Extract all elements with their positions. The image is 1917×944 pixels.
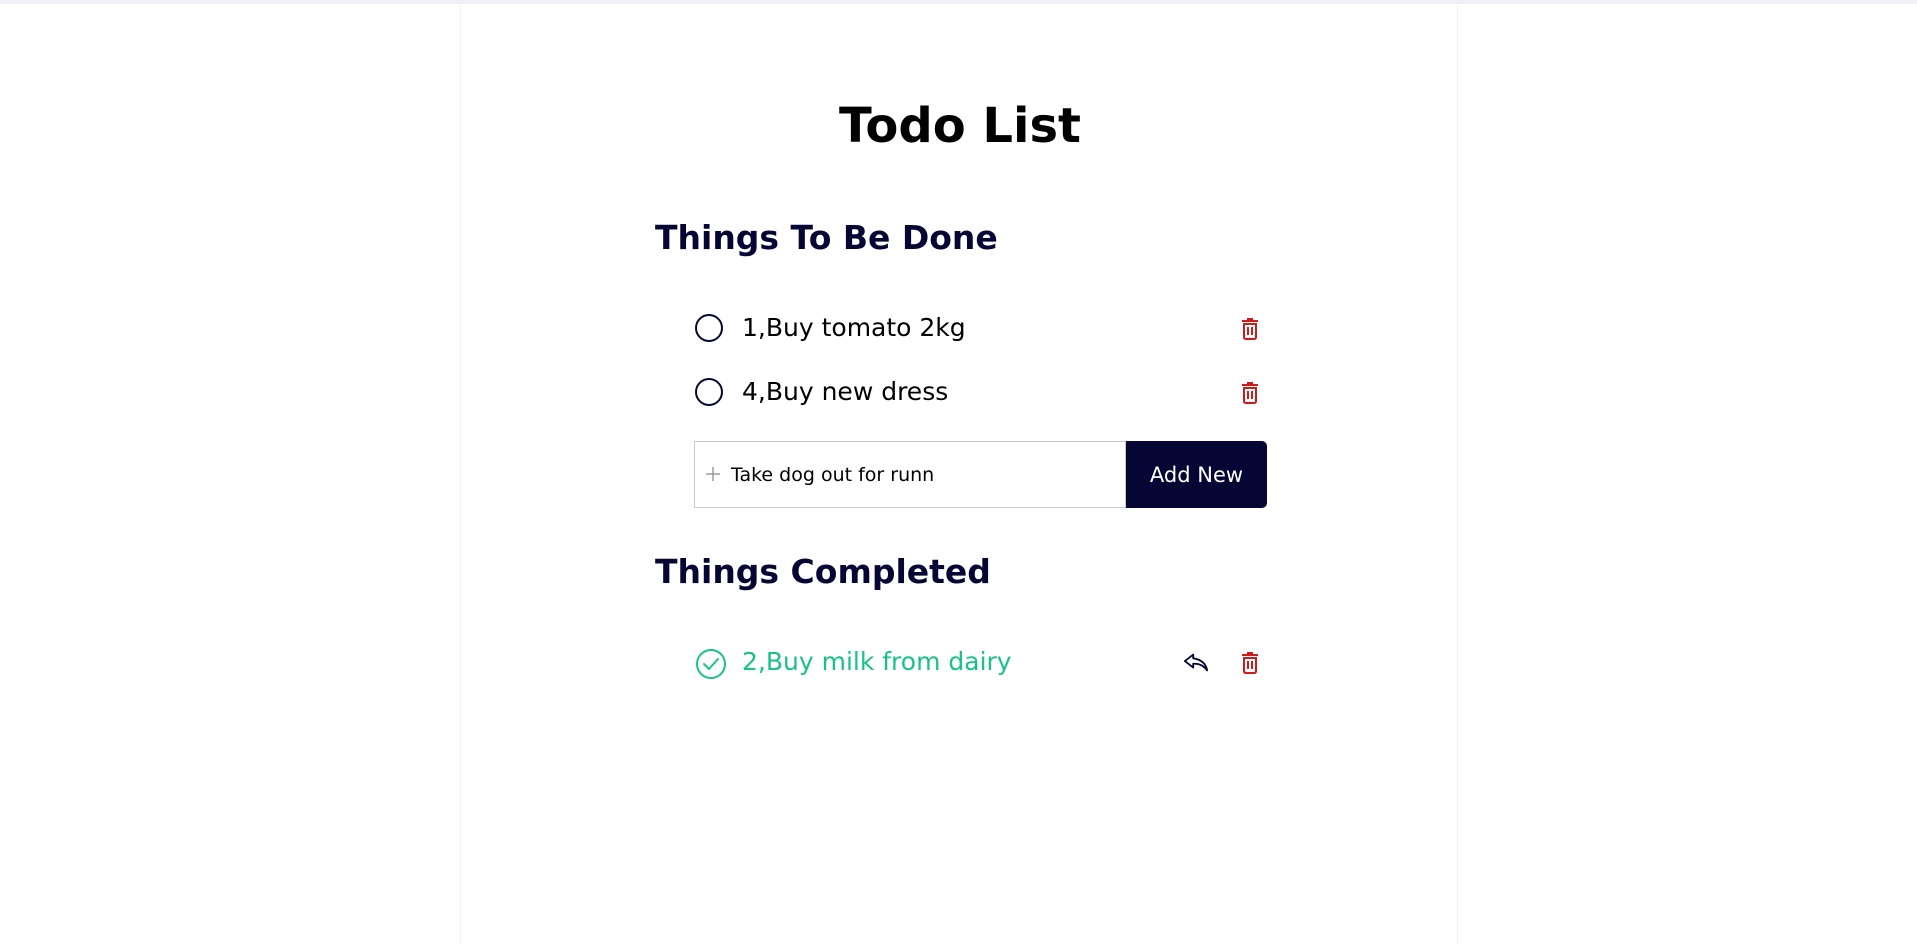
completed-item: 2,Buy milk from dairy: [693, 644, 1265, 684]
undo-button[interactable]: [1183, 648, 1209, 676]
add-input-wrapper: [694, 441, 1126, 508]
circle-icon[interactable]: [695, 314, 723, 342]
todo-section-title: Things To Be Done: [655, 218, 998, 257]
trash-icon: [1242, 652, 1258, 674]
delete-button[interactable]: [1237, 314, 1263, 342]
new-todo-input[interactable]: [731, 442, 1121, 507]
circle-icon[interactable]: [695, 378, 723, 406]
todo-item: 4,Buy new dress: [693, 374, 1265, 414]
undo-icon: [1183, 653, 1209, 672]
add-new-button[interactable]: Add New: [1126, 441, 1267, 508]
completed-item-label: 2,Buy milk from dairy: [742, 647, 1012, 676]
add-todo-form: Add New: [694, 441, 1267, 508]
todo-item: 1,Buy tomato 2kg: [693, 310, 1265, 350]
check-circle-icon[interactable]: [695, 648, 727, 680]
page-title: Todo List: [839, 98, 1081, 154]
todo-app-panel: Todo List Things To Be Done 1,Buy tomato…: [460, 4, 1458, 944]
trash-icon: [1242, 382, 1258, 404]
delete-button[interactable]: [1237, 648, 1263, 676]
todo-item-label: 4,Buy new dress: [742, 377, 949, 406]
todo-item-label: 1,Buy tomato 2kg: [742, 313, 966, 342]
delete-button[interactable]: [1237, 378, 1263, 406]
trash-icon: [1242, 318, 1258, 340]
completed-section-title: Things Completed: [655, 552, 991, 591]
plus-icon: [706, 467, 720, 481]
